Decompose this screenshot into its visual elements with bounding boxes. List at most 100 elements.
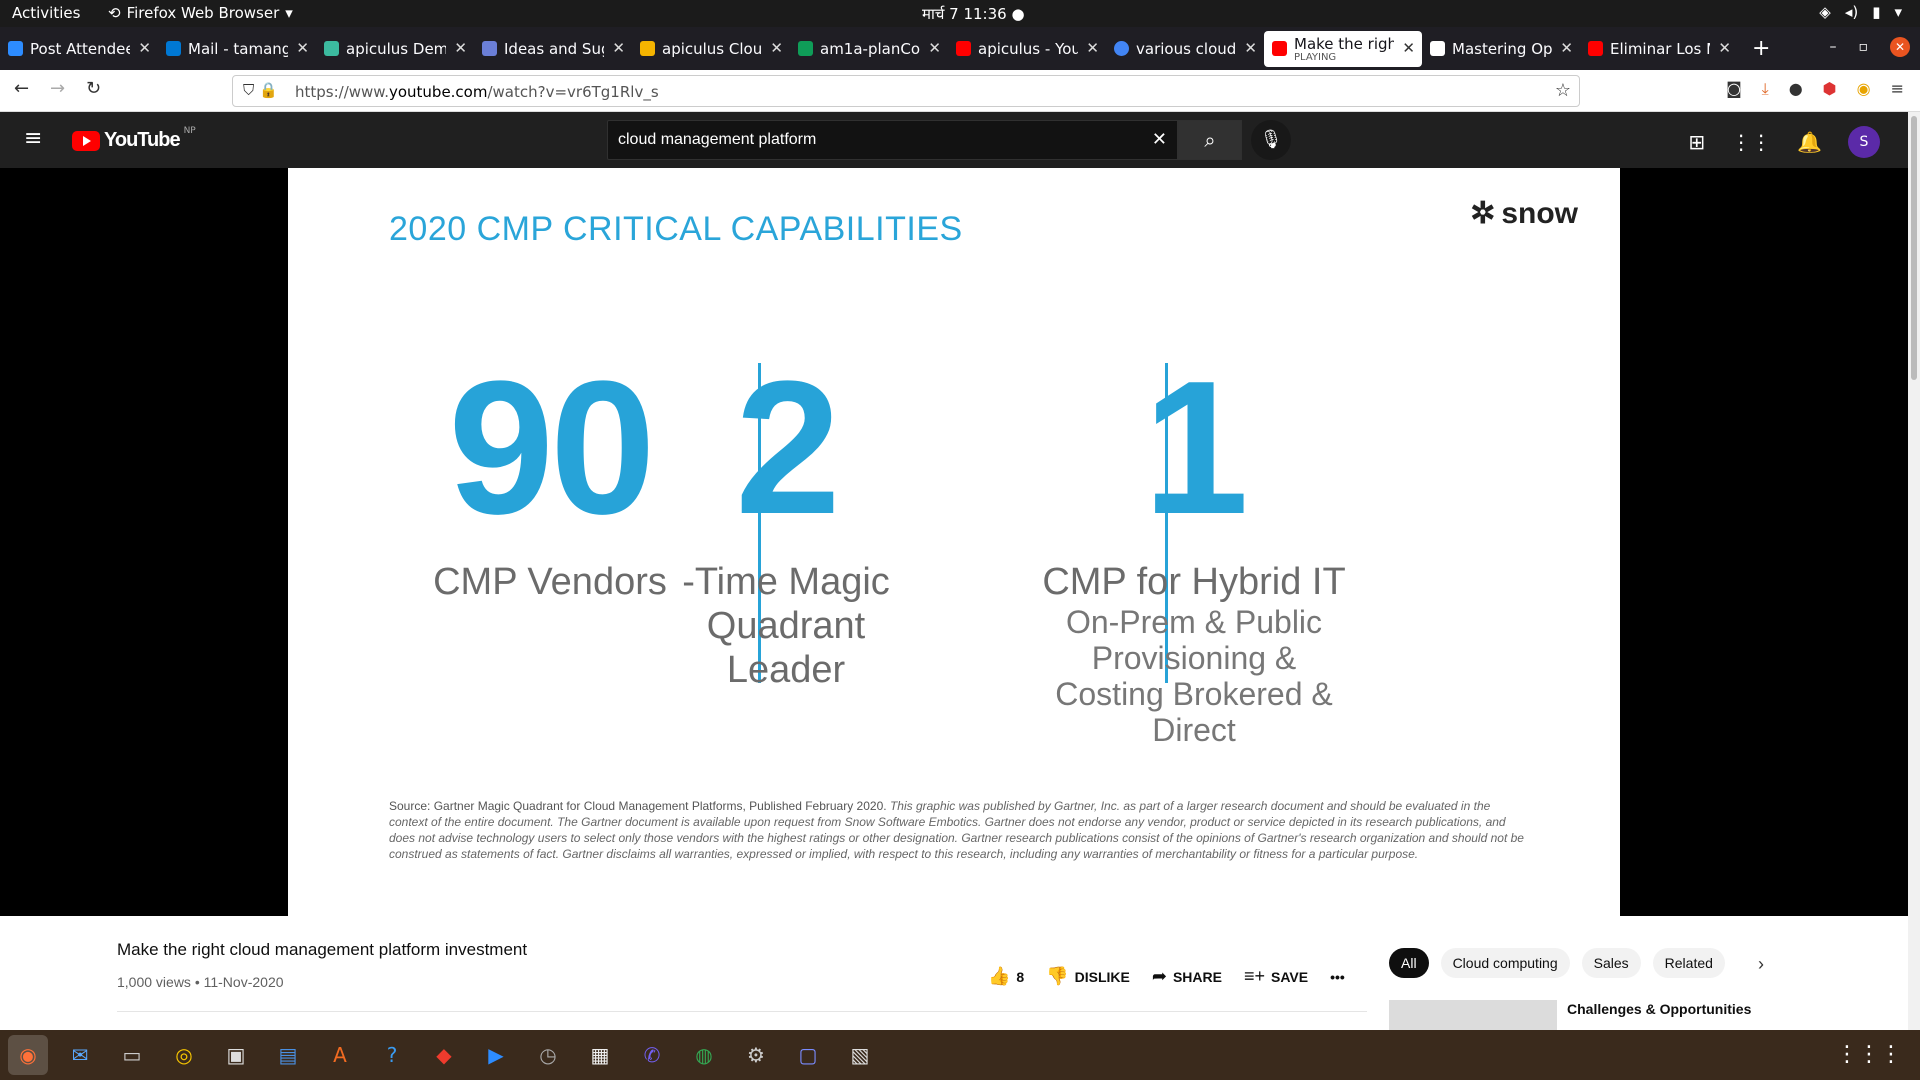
minimize-icon[interactable]: –	[1830, 39, 1837, 55]
chip-related[interactable]: Related	[1652, 948, 1725, 978]
scrollbar-thumb[interactable]	[1911, 116, 1917, 380]
notifications-bell-icon[interactable]: 🔔	[1797, 130, 1822, 154]
recommended-title[interactable]: Challenges & Opportunities of Multi-Clou…	[1567, 1000, 1767, 1022]
maximize-icon[interactable]: ▫	[1859, 39, 1869, 55]
bookmark-star-icon[interactable]: ☆	[1555, 80, 1571, 101]
search-input[interactable]	[618, 131, 1118, 149]
pocket-icon[interactable]: ◙	[1726, 79, 1742, 99]
apps-grid-icon[interactable]: ⋮⋮	[1731, 130, 1771, 154]
files-icon[interactable]: ▭	[112, 1035, 152, 1075]
download-icon[interactable]: ⤓	[1762, 79, 1769, 99]
hamburger-menu-icon[interactable]: ≡	[24, 126, 42, 151]
calculator-icon[interactable]: ▦	[580, 1035, 620, 1075]
close-tab-icon[interactable]: ✕	[1560, 39, 1573, 57]
help-icon[interactable]: ?	[372, 1035, 412, 1075]
video-player[interactable]: 2020 CMP CRITICAL CAPABILITIES ✲ snow 90…	[0, 168, 1908, 916]
adblock-icon[interactable]: ⬢	[1823, 79, 1837, 99]
close-tab-icon[interactable]: ✕	[1086, 39, 1099, 57]
activities-button[interactable]: Activities	[12, 4, 80, 22]
chevron-right-icon[interactable]: ›	[1758, 954, 1764, 975]
tab[interactable]: apiculus - YouT ✕	[948, 31, 1106, 67]
chip-all[interactable]: All	[1389, 948, 1429, 978]
snow-gear-icon: ✲	[1470, 197, 1496, 230]
url-bar[interactable]: ⛉ 🔒 https://www.youtube.com/watch?v=vr6T…	[232, 75, 1580, 107]
tab[interactable]: apiculus Demo ✕	[316, 31, 474, 67]
writer-icon[interactable]: ▤	[268, 1035, 308, 1075]
extension-icon[interactable]: ◉	[1857, 79, 1871, 99]
close-tab-icon[interactable]: ✕	[138, 39, 151, 57]
anydesk-icon[interactable]: ◆	[424, 1035, 464, 1075]
close-tab-icon[interactable]: ✕	[770, 39, 783, 57]
show-applications-icon[interactable]: ⋮⋮⋮	[1836, 1042, 1902, 1067]
search-button[interactable]: ⌕	[1178, 120, 1242, 160]
volume-icon: ◂)	[1844, 3, 1859, 21]
tab[interactable]: Mastering Ope ✕	[1422, 31, 1580, 67]
terminal-icon[interactable]: ▣	[216, 1035, 256, 1075]
close-tab-icon[interactable]: ✕	[1402, 39, 1415, 57]
header-actions: ⊞ ⋮⋮ 🔔 S	[1688, 126, 1880, 158]
close-tab-icon[interactable]: ✕	[1244, 39, 1257, 57]
chip-sales[interactable]: Sales	[1581, 948, 1641, 978]
tab-favicon-icon	[1588, 41, 1603, 56]
thunderbird-icon[interactable]: ✉	[60, 1035, 100, 1075]
system-tray[interactable]: ◈ ◂) ▮ ▾	[1819, 3, 1902, 21]
forward-icon[interactable]: →	[50, 78, 65, 99]
clock[interactable]: मार्च 7 11:36 ●	[922, 4, 1025, 24]
stat-caption: -Time Magic Quadrant Leader	[682, 561, 890, 691]
tab[interactable]: am1a-planCom ✕	[790, 31, 948, 67]
dislike-button[interactable]: 👎 DISLIKE	[1046, 966, 1130, 987]
close-window-icon[interactable]: ✕	[1890, 37, 1910, 57]
tab-active[interactable]: Make the right PLAYING ✕	[1264, 30, 1422, 67]
menu-icon[interactable]: ≡	[1891, 79, 1904, 99]
tab-label: apiculus Demo	[346, 39, 446, 58]
settings-gear-icon[interactable]: ⚙	[736, 1035, 776, 1075]
rhythmbox-icon[interactable]: ◎	[164, 1035, 204, 1075]
tab[interactable]: Mail - tamang.s ✕	[158, 31, 316, 67]
youtube-logo[interactable]: YouTube NP	[72, 126, 196, 152]
back-icon[interactable]: ←	[14, 78, 29, 99]
zoom-icon[interactable]: ▶	[476, 1035, 516, 1075]
share-button[interactable]: ➦ SHARE	[1152, 966, 1222, 987]
recommended-thumbnail[interactable]	[1389, 1000, 1557, 1030]
app-menu[interactable]: ⟲ Firefox Web Browser ▾	[108, 4, 293, 22]
reload-icon[interactable]: ↻	[86, 78, 101, 99]
more-actions-icon[interactable]: •••	[1330, 969, 1345, 985]
chrome-icon[interactable]: ◍	[684, 1035, 724, 1075]
thumbs-down-icon: 👎	[1046, 966, 1069, 986]
like-button[interactable]: 👍 8	[988, 966, 1024, 987]
tab-favicon-icon	[640, 41, 655, 56]
youtube-header: ≡ YouTube NP ✕ ⌕ 🎙 ⊞ ⋮⋮ 🔔 S	[0, 112, 1920, 168]
create-video-icon[interactable]: ⊞	[1688, 130, 1705, 154]
close-tab-icon[interactable]: ✕	[454, 39, 467, 57]
firefox-icon[interactable]: ◉	[8, 1035, 48, 1075]
page-scrollbar[interactable]	[1908, 112, 1920, 1030]
search-box[interactable]: ✕	[607, 120, 1178, 160]
clock-icon[interactable]: ◷	[528, 1035, 568, 1075]
close-tab-icon[interactable]: ✕	[928, 39, 941, 57]
account-icon[interactable]: ●	[1789, 79, 1803, 99]
screenshot-icon[interactable]: ▢	[788, 1035, 828, 1075]
save-button[interactable]: ≡+ SAVE	[1244, 966, 1308, 987]
close-tab-icon[interactable]: ✕	[612, 39, 625, 57]
close-tab-icon[interactable]: ✕	[296, 39, 309, 57]
viber-icon[interactable]: ✆	[632, 1035, 672, 1075]
playlist-add-icon: ≡+	[1243, 966, 1265, 986]
recommended-video[interactable]: Challenges & Opportunities of Multi-Clou…	[1389, 1000, 1767, 1030]
tab[interactable]: Ideas and Sugg ✕	[474, 31, 632, 67]
tab[interactable]: apiculus Cloud ✕	[632, 31, 790, 67]
tab-favicon-icon	[166, 41, 181, 56]
avatar[interactable]: S	[1848, 126, 1880, 158]
chip-cloud-computing[interactable]: Cloud computing	[1440, 948, 1570, 978]
close-tab-icon[interactable]: ✕	[1718, 39, 1731, 57]
stat-caption: CMP for Hybrid IT	[1042, 561, 1346, 603]
tab[interactable]: various cloud m ✕	[1106, 31, 1264, 67]
tab-label: Post Attendee	[30, 39, 130, 58]
lock-icon[interactable]: ⛉ 🔒	[243, 81, 278, 99]
tab[interactable]: Post Attendee ✕	[0, 31, 158, 67]
image-viewer-icon[interactable]: ▧	[840, 1035, 880, 1075]
tab[interactable]: Eliminar Los Mi ✕	[1580, 31, 1738, 67]
voice-search-button[interactable]: 🎙	[1251, 120, 1291, 160]
clear-search-icon[interactable]: ✕	[1152, 129, 1167, 150]
new-tab-button[interactable]: +	[1752, 36, 1770, 61]
software-center-icon[interactable]: A	[320, 1035, 360, 1075]
